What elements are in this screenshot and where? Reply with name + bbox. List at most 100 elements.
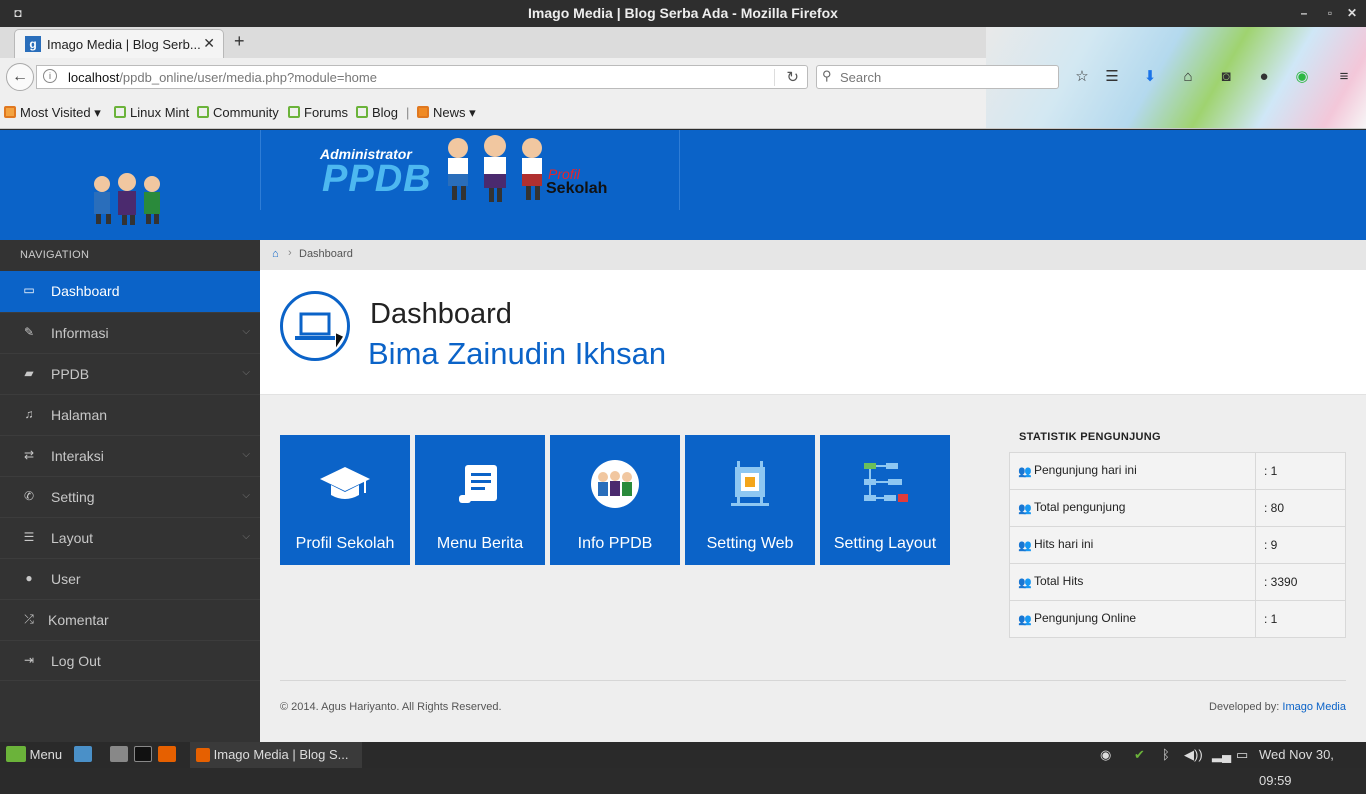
menu-hamburger-icon[interactable]: ≡ <box>1334 67 1354 87</box>
stats-value-cell: : 1 <box>1255 600 1346 638</box>
info-icon[interactable]: i <box>43 69 57 83</box>
home-icon[interactable]: ⌂ <box>1178 67 1198 87</box>
tab-close-icon[interactable]: ✕ <box>203 35 215 52</box>
stats-value-cell: : 1 <box>1255 452 1346 490</box>
search-icon: ⚲ <box>822 68 832 83</box>
new-tab-button[interactable]: + <box>234 31 245 52</box>
scroll-icon <box>459 465 497 503</box>
bookmark-news[interactable]: News ▾ <box>417 105 476 121</box>
reading-list-icon[interactable]: ☰ <box>1102 67 1122 87</box>
mint-icon <box>197 106 209 118</box>
chevron-down-icon: ⌵ <box>242 490 250 501</box>
mint-icon <box>288 106 300 118</box>
back-button[interactable]: ← <box>6 63 34 91</box>
url-bar[interactable]: i localhost/ppdb_online/user/media.php?m… <box>36 65 808 89</box>
sidebar-item-user[interactable]: ● User <box>0 558 260 599</box>
breadcrumb: ⌂ › Dashboard <box>260 240 1366 270</box>
tile-label: Info PPDB <box>577 535 653 552</box>
bookmark-most-visited[interactable]: Most Visited ▾ <box>4 105 101 121</box>
tile-info-ppdb[interactable]: Info PPDB <box>550 435 680 565</box>
window-titlebar: ◘ Imago Media | Blog Serba Ada - Mozilla… <box>0 0 1366 27</box>
sidebar-item-dashboard[interactable]: ▭ Dashboard <box>0 271 260 312</box>
header-divider <box>679 130 680 210</box>
footer-copyright: © 2014. Agus Hariyanto. All Rights Reser… <box>280 701 502 713</box>
bookmark-blog[interactable]: Blog <box>356 105 398 120</box>
show-desktop-icon[interactable] <box>74 742 92 768</box>
shuffle-icon: ⤮ <box>24 612 34 626</box>
mint-icon <box>114 106 126 118</box>
developer-link[interactable]: Imago Media <box>1282 701 1346 713</box>
tab-bar: g Imago Media | Blog Serb... ✕ <box>0 27 1366 58</box>
start-menu-button[interactable]: Menu <box>6 742 62 768</box>
tile-setting-layout[interactable]: Setting Layout <box>820 435 950 565</box>
flowchart-icon <box>864 463 908 502</box>
graduation-cap-icon <box>320 467 370 499</box>
table-row: 👥 Hits hari ini : 9 <box>1009 526 1346 564</box>
taskbar-window-button[interactable]: Imago Media | Blog S... <box>190 742 362 768</box>
tray-app-icon[interactable]: ◉ <box>1100 742 1111 768</box>
sidebar-item-informasi[interactable]: ✎ Informasi ⌵ <box>0 312 260 353</box>
footer-credit: Developed by: Imago Media <box>1209 701 1346 713</box>
sidebar-item-setting[interactable]: ✆ Setting ⌵ <box>0 476 260 517</box>
stats-title: STATISTIK PENGUNJUNG <box>1019 431 1161 443</box>
banner-ppdb-text: PPDB <box>322 158 432 200</box>
bookmark-star-icon[interactable]: ☆ <box>1072 67 1092 87</box>
sidebar-item-label: Halaman <box>51 407 108 423</box>
url-text: localhost/ppdb_online/user/media.php?mod… <box>68 70 377 85</box>
tile-setting-web[interactable]: Setting Web <box>685 435 815 565</box>
sidebar-item-komentar[interactable]: ⤮ Komentar <box>0 599 260 640</box>
url-separator <box>774 69 775 86</box>
bookmark-forums[interactable]: Forums <box>288 105 348 120</box>
sidebar-item-label: Setting <box>51 489 95 505</box>
users-icon: 👥 <box>1018 614 1032 626</box>
sidebar-item-logout[interactable]: ⇥ Log Out <box>0 640 260 681</box>
maximize-icon[interactable]: ▫ <box>1320 0 1340 27</box>
home-icon[interactable]: ⌂ <box>272 248 279 260</box>
banner-sekolah-text: Sekolah <box>546 180 608 197</box>
sidebar-item-layout[interactable]: ☰ Layout ⌵ <box>0 517 260 558</box>
students-logo-icon[interactable] <box>86 172 168 226</box>
whatsapp-icon[interactable]: ◉ <box>1292 67 1312 87</box>
sidebar-item-label: Komentar <box>48 612 109 628</box>
taskbar: Menu Imago Media | Blog S... ◉ ✔ ᛒ ◀)) ▂… <box>0 742 1366 788</box>
pencil-icon: ✎ <box>23 325 35 339</box>
tile-label: Profil Sekolah <box>295 535 395 552</box>
browser-tab[interactable]: g Imago Media | Blog Serb... ✕ <box>14 29 224 58</box>
network-icon[interactable]: ▂▄ <box>1212 742 1231 768</box>
sidebar-item-halaman[interactable]: ♫ Halaman <box>0 394 260 435</box>
reload-icon[interactable]: ↻ <box>786 68 799 86</box>
bookmark-linux-mint[interactable]: Linux Mint <box>114 105 189 120</box>
bookmark-community[interactable]: Community <box>197 105 279 120</box>
tile-menu-berita[interactable]: Menu Berita <box>415 435 545 565</box>
battery-icon[interactable]: ▭ <box>1236 742 1248 768</box>
stats-label-cell: 👥 Pengunjung Online <box>1009 600 1256 638</box>
bell-icon: ♫ <box>24 407 34 421</box>
breadcrumb-current: Dashboard <box>299 248 353 260</box>
shield-icon[interactable]: ✔ <box>1134 742 1145 768</box>
table-row: 👥 Total Hits : 3390 <box>1009 563 1346 601</box>
download-icon[interactable]: ⬇ <box>1140 67 1160 87</box>
minimize-icon[interactable]: – <box>1294 0 1314 27</box>
stats-label-cell: 👥 Total Hits <box>1009 563 1256 601</box>
search-input[interactable]: ⚲ Search <box>816 65 1059 89</box>
terminal-icon[interactable] <box>134 742 152 768</box>
sidebar-item-ppdb[interactable]: ▰ PPDB ⌵ <box>0 353 260 394</box>
close-window-icon[interactable]: ✕ <box>1342 0 1362 27</box>
pocket-icon[interactable]: ◙ <box>1216 67 1236 87</box>
firefox-icon[interactable] <box>158 742 176 768</box>
footer-divider <box>280 680 1346 681</box>
file-manager-icon[interactable] <box>110 742 128 768</box>
window-menu-icon[interactable]: ◘ <box>8 0 28 27</box>
window-title: Imago Media | Blog Serba Ada - Mozilla F… <box>528 5 838 21</box>
volume-icon[interactable]: ◀)) <box>1184 742 1203 768</box>
sidebar-item-interaksi[interactable]: ⇄ Interaksi ⌵ <box>0 435 260 476</box>
list-icon: ☰ <box>23 530 35 544</box>
clock[interactable]: Wed Nov 30, 09:59 <box>1259 742 1366 788</box>
chevron-down-icon: ⌵ <box>242 367 250 378</box>
bluetooth-icon[interactable]: ᛒ <box>1162 742 1170 768</box>
tile-profil-sekolah[interactable]: Profil Sekolah <box>280 435 410 565</box>
page-subtitle: Bima Zainudin Ikhsan <box>368 336 667 371</box>
stats-value-cell: : 80 <box>1255 489 1346 527</box>
extension-icon[interactable]: ● <box>1254 67 1274 87</box>
stats-label-cell: 👥 Hits hari ini <box>1009 526 1256 564</box>
